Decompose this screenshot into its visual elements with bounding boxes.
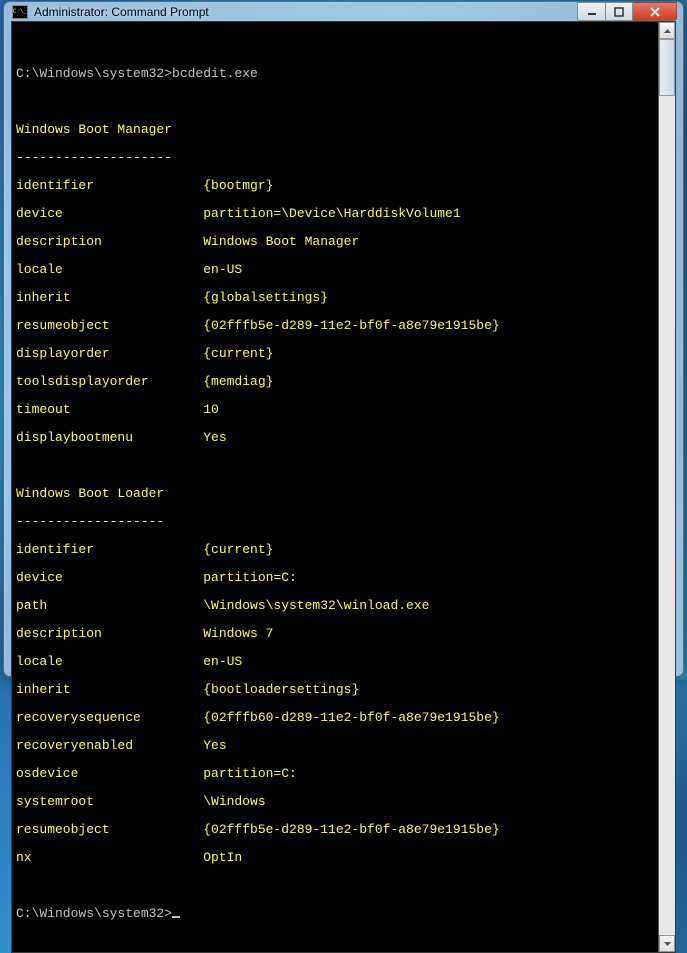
field-value: {bootmgr} (203, 178, 273, 193)
section-underline: -------------------- (16, 151, 654, 165)
field-value: Windows Boot Manager (203, 234, 359, 249)
field-label: path (16, 599, 203, 613)
titlebar[interactable]: Administrator: Command Prompt (4, 2, 683, 21)
field-label: inherit (16, 683, 203, 697)
field-label: device (16, 571, 203, 585)
field-label: inherit (16, 291, 203, 305)
field-value: en-US (203, 262, 242, 277)
command-prompt-window: Administrator: Command Prompt C:\Windows… (3, 1, 684, 677)
field-value: \Windows (203, 794, 265, 809)
field-label: osdevice (16, 767, 203, 781)
field-label: identifier (16, 543, 203, 557)
scroll-thumb[interactable] (659, 39, 675, 96)
field-value: 10 (203, 402, 219, 417)
field-value: OptIn (203, 850, 242, 865)
prompt-path: C:\Windows\system32> (16, 906, 172, 921)
field-value: Yes (203, 738, 226, 753)
field-value: partition=\Device\HarddiskVolume1 (203, 206, 460, 221)
field-label: resumeobject (16, 823, 203, 837)
cmd-icon (12, 5, 28, 19)
field-value: {02fffb5e-d289-11e2-bf0f-a8e79e1915be} (203, 318, 499, 333)
maximize-button[interactable] (605, 2, 633, 21)
close-icon (649, 7, 661, 17)
field-label: toolsdisplayorder (16, 375, 203, 389)
field-value: Windows 7 (203, 626, 273, 641)
field-value: {current} (203, 542, 273, 557)
field-label: systemroot (16, 795, 203, 809)
field-label: recoverysequence (16, 711, 203, 725)
vertical-scrollbar[interactable] (658, 22, 675, 952)
window-controls (577, 2, 677, 21)
field-label: resumeobject (16, 319, 203, 333)
field-label: nx (16, 851, 203, 865)
field-label: timeout (16, 403, 203, 417)
scroll-up-button[interactable] (659, 22, 675, 39)
window-title: Administrator: Command Prompt (34, 5, 577, 19)
section-header-boot-manager: Windows Boot Manager (16, 123, 654, 137)
section-underline: ------------------- (16, 515, 654, 529)
field-label: locale (16, 263, 203, 277)
section-header-boot-loader: Windows Boot Loader (16, 487, 654, 501)
field-value: {memdiag} (203, 374, 273, 389)
field-label: recoveryenabled (16, 739, 203, 753)
field-label: displaybootmenu (16, 431, 203, 445)
field-value: {bootloadersettings} (203, 682, 359, 697)
command-text: bcdedit.exe (172, 66, 258, 81)
field-value: {02fffb5e-d289-11e2-bf0f-a8e79e1915be} (203, 822, 499, 837)
maximize-icon (614, 7, 624, 17)
chevron-down-icon (664, 942, 671, 946)
client-area: C:\Windows\system32>bcdedit.exe Windows … (11, 21, 676, 953)
minimize-icon (587, 7, 597, 17)
field-label: device (16, 207, 203, 221)
chevron-up-icon (664, 29, 671, 33)
field-value: {current} (203, 346, 273, 361)
field-label: description (16, 235, 203, 249)
minimize-button[interactable] (577, 2, 605, 21)
field-label: displayorder (16, 347, 203, 361)
field-value: en-US (203, 654, 242, 669)
field-label: description (16, 627, 203, 641)
cursor (172, 916, 180, 918)
field-value: {globalsettings} (203, 290, 328, 305)
field-value: \Windows\system32\winload.exe (203, 598, 429, 613)
field-value: partition=C: (203, 570, 297, 585)
scroll-track[interactable] (659, 39, 675, 935)
console-output[interactable]: C:\Windows\system32>bcdedit.exe Windows … (12, 22, 658, 952)
field-value: partition=C: (203, 766, 297, 781)
close-button[interactable] (633, 2, 677, 21)
field-value: Yes (203, 430, 226, 445)
field-label: locale (16, 655, 203, 669)
scroll-down-button[interactable] (659, 935, 675, 952)
prompt-path: C:\Windows\system32> (16, 66, 172, 81)
field-value: {02fffb60-d289-11e2-bf0f-a8e79e1915be} (203, 710, 499, 725)
field-label: identifier (16, 179, 203, 193)
